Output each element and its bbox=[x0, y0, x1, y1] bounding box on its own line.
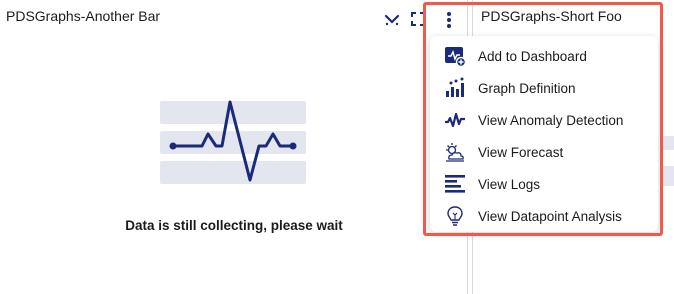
widget-panel-left: PDSGraphs-Another Bar Data is still coll… bbox=[0, 0, 468, 294]
menu-item-view-datapoint-analysis[interactable]: View Datapoint Analysis bbox=[444, 202, 658, 230]
illustration-peek bbox=[660, 166, 674, 186]
menu-item-view-forecast[interactable]: View Forecast bbox=[444, 138, 658, 166]
add-to-dashboard-icon bbox=[444, 45, 466, 67]
graph-definition-icon bbox=[444, 77, 466, 99]
menu-item-label: View Anomaly Detection bbox=[478, 112, 624, 128]
menu-item-label: View Forecast bbox=[478, 144, 564, 160]
menu-item-label: Graph Definition bbox=[478, 80, 576, 96]
widget-options-menu: Add to Dashboard Graph Definition View A… bbox=[430, 36, 658, 232]
forecast-icon bbox=[444, 141, 466, 163]
widget-title: PDSGraphs-Another Bar bbox=[6, 8, 161, 24]
menu-item-label: View Datapoint Analysis bbox=[478, 208, 622, 224]
collapse-chevron-icon[interactable] bbox=[384, 14, 400, 26]
anomaly-detection-icon bbox=[444, 109, 466, 131]
menu-item-label: View Logs bbox=[478, 176, 541, 192]
datapoint-analysis-icon bbox=[444, 205, 466, 227]
empty-state-message: Data is still collecting, please wait bbox=[125, 218, 343, 233]
more-options-icon[interactable] bbox=[446, 11, 452, 29]
menu-item-add-to-dashboard[interactable]: Add to Dashboard bbox=[444, 42, 658, 70]
menu-item-label: Add to Dashboard bbox=[478, 48, 587, 64]
illustration-peek bbox=[660, 136, 674, 150]
menu-item-view-anomaly-detection[interactable]: View Anomaly Detection bbox=[444, 106, 658, 134]
menu-item-view-logs[interactable]: View Logs bbox=[444, 170, 658, 198]
logs-icon bbox=[444, 173, 466, 195]
fullscreen-icon[interactable] bbox=[411, 12, 425, 26]
widget-title: PDSGraphs-Short Foo bbox=[481, 8, 622, 24]
empty-state-illustration-icon bbox=[160, 100, 306, 184]
menu-item-graph-definition[interactable]: Graph Definition bbox=[444, 74, 658, 102]
